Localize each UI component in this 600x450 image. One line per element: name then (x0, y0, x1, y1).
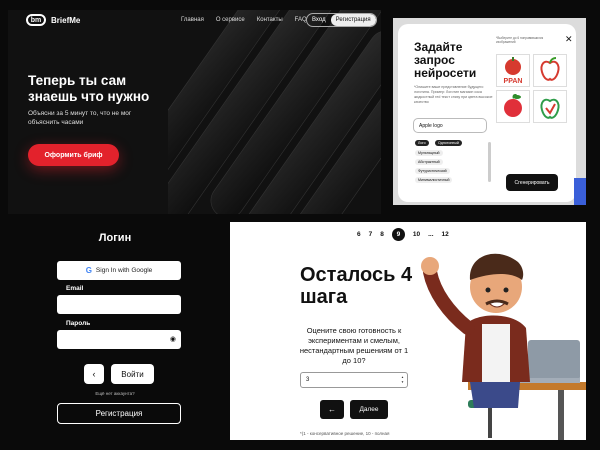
step-8[interactable]: 8 (380, 231, 384, 238)
password-label: Пароль (66, 320, 91, 327)
register-link[interactable]: Регистрация (330, 14, 376, 26)
neural-request-panel: Задайте запрос нейросети *Опишите ваше п… (393, 18, 586, 205)
rating-input[interactable]: 3 ▲ ▼ (300, 372, 408, 388)
no-account-text: Ещё нет аккаунта? (95, 391, 135, 396)
brand-logo[interactable]: bm BriefMe (26, 14, 80, 26)
neural-request-hint: *Опишите ваше представление будущего лог… (414, 85, 493, 104)
apple-logo-icon: PPAN (504, 57, 523, 85)
prev-step-button[interactable]: ← (320, 400, 344, 419)
close-icon[interactable]: ✕ (565, 34, 573, 45)
steps-remaining-title: Осталось 4 шага (300, 264, 413, 308)
nav-item-faq[interactable]: FAQ (295, 17, 307, 23)
login-title: Логин (98, 232, 132, 244)
step-7[interactable]: 7 (369, 231, 373, 238)
generated-logo-tile[interactable] (496, 90, 530, 123)
nav-item-about[interactable]: О сервисе (216, 17, 245, 23)
email-label: Email (66, 285, 84, 292)
apple-logo-icon (540, 98, 560, 119)
background-accent (574, 178, 586, 205)
eye-off-icon[interactable]: ◉ (170, 335, 176, 343)
tag-cartoon[interactable]: Мультящный (415, 150, 443, 156)
google-signin-label: Sign In with Google (95, 267, 153, 274)
register-button[interactable]: Регистрация (57, 403, 181, 424)
google-signin-button[interactable]: G Sign In with Google (57, 261, 181, 280)
auth-switch: Вход Регистрация (306, 13, 377, 27)
tag-monochrome[interactable]: Однотонный (435, 140, 462, 146)
scale-footnote: *(1 - консервативное решение, 10 - полна… (300, 431, 390, 436)
back-button[interactable]: ‹ (84, 364, 104, 384)
rating-value: 3 (306, 377, 310, 383)
apple-logo-icon (540, 57, 560, 81)
step-current[interactable]: 9 (391, 228, 405, 241)
tags-scrollbar[interactable] (488, 142, 491, 182)
generate-button[interactable]: Сгенерировать (506, 174, 558, 191)
hero-background-art (168, 10, 381, 214)
tag-futuristic[interactable]: Футуристический (415, 168, 450, 174)
prompt-input[interactable]: Apple logo (413, 118, 487, 133)
neural-request-title: Задайте запрос нейросети (414, 40, 477, 80)
generated-logo-tile[interactable] (533, 54, 567, 87)
brand-name: BriefMe (51, 15, 81, 25)
tag-logo[interactable]: Лого (415, 140, 429, 146)
next-step-button[interactable]: Далее (350, 400, 388, 419)
generated-logo-tile[interactable] (533, 90, 567, 123)
login-link[interactable]: Вход (307, 14, 331, 26)
step-6[interactable]: 6 (357, 231, 361, 238)
quiz-panel: 6 7 8 9 10 ... 12 Осталось 4 шага Оценит… (230, 222, 586, 440)
hero-title: Теперь ты сам знаешь что нужно (28, 73, 150, 104)
login-panel: Логин G Sign In with Google Email Пароль… (0, 222, 230, 450)
main-nav: Главная О сервисе Контакты FAQ (181, 17, 307, 23)
hero-subtitle: Объясни за 5 минут то, что не мог объясн… (28, 110, 132, 126)
password-field[interactable]: ◉ (57, 330, 181, 349)
order-brief-button[interactable]: Оформить бриф (28, 144, 119, 166)
character-illustration (421, 253, 586, 440)
tag-abstract[interactable]: Абстрактный (415, 159, 443, 165)
google-icon: G (85, 266, 92, 275)
brand-mark-icon: bm (26, 14, 46, 26)
apple-logo-icon (504, 94, 522, 117)
number-stepper-icon[interactable]: ▲ ▼ (401, 375, 404, 385)
nav-item-home[interactable]: Главная (181, 17, 204, 23)
tile-text: PPAN (504, 78, 523, 85)
question-text: Оцените свою готовность к экспериментам … (299, 326, 409, 365)
landing-panel: bm BriefMe Главная О сервисе Контакты FA… (8, 10, 381, 214)
email-field[interactable] (57, 295, 181, 314)
neural-request-card: Задайте запрос нейросети *Опишите ваше п… (398, 24, 576, 202)
login-submit-button[interactable]: Войти (111, 364, 154, 384)
style-tags: Лого Однотонный Мультящный Абстрактный Ф… (413, 140, 489, 188)
image-select-hint: *Выберите до 6 понравившихся изображений (496, 36, 544, 44)
tag-minimalist[interactable]: Минималистичный (415, 177, 453, 183)
nav-item-contacts[interactable]: Контакты (257, 17, 283, 23)
generated-logo-tile[interactable]: PPAN (496, 54, 530, 87)
